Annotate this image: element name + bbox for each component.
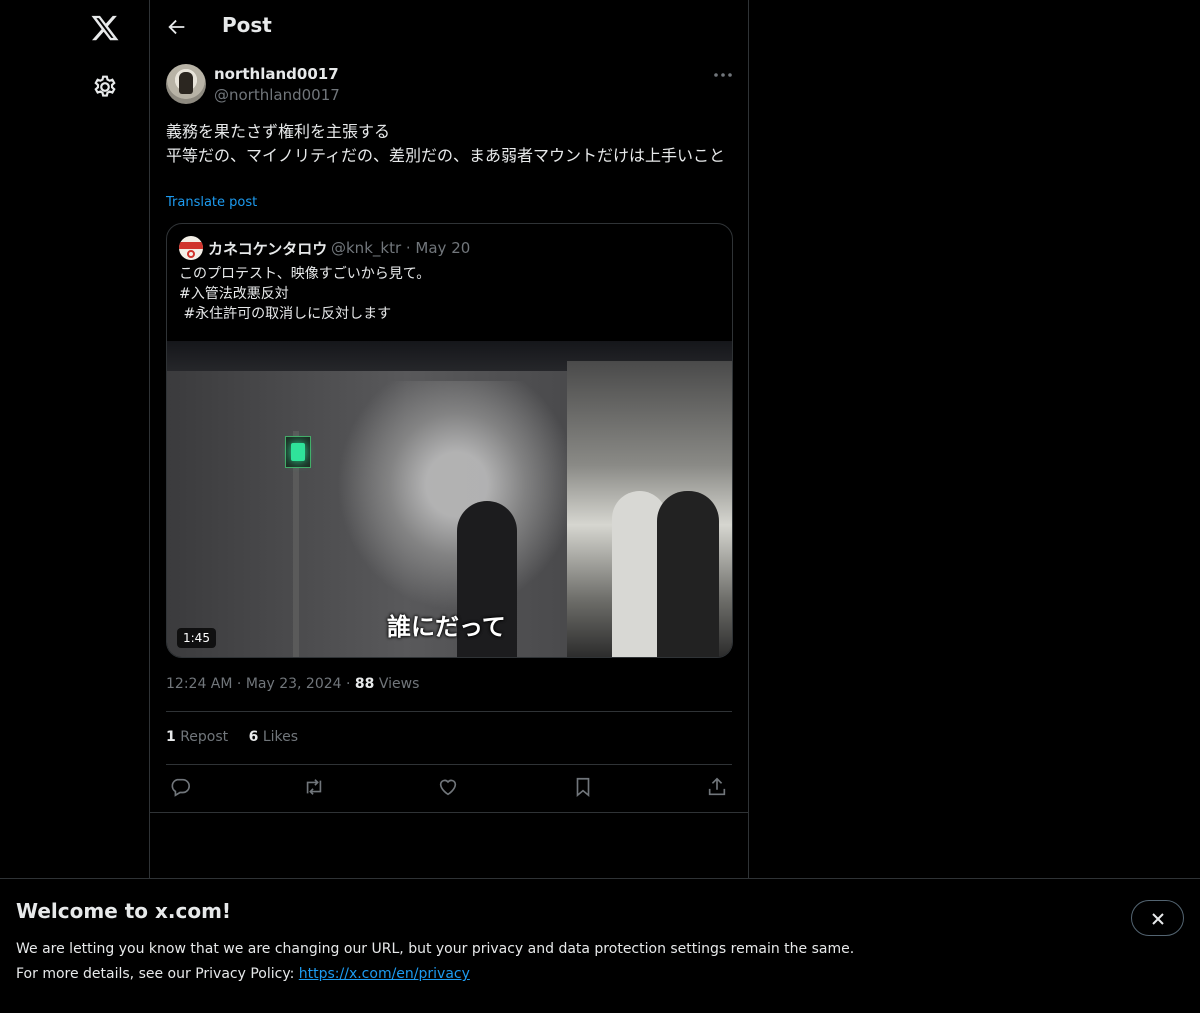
likes-stat[interactable]: 6 Likes: [249, 729, 298, 745]
quoted-post[interactable]: カネコケンタロウ @knk_ktr · May 20 このプロテスト、映像すごい…: [166, 223, 733, 658]
action-bar: [166, 776, 732, 800]
reposts-count: 1: [166, 729, 176, 745]
page-title: Post: [222, 13, 272, 37]
reposts-stat[interactable]: 1 Repost: [166, 729, 228, 745]
left-rail: [0, 0, 149, 1013]
divider: [166, 711, 732, 712]
likes-label: Likes: [262, 729, 299, 745]
close-icon: [1152, 913, 1164, 925]
likes-count: 6: [248, 729, 259, 745]
gear-icon[interactable]: [92, 74, 118, 100]
top-bar: Post: [150, 0, 748, 54]
banner-line-2: For more details, see our Privacy Policy…: [16, 962, 854, 987]
quoted-text: このプロテスト、映像すごいから見て。 #入管法改悪反対 #永住許可の取消しに反対…: [179, 266, 431, 322]
post-time[interactable]: 12:24 AM: [166, 676, 232, 692]
video-duration: 1:45: [177, 628, 216, 648]
post-text: 義務を果たさず権利を主張する 平等だの、マイノリティだの、差別だの、まあ弱者マウ…: [166, 122, 726, 165]
welcome-banner: Welcome to x.com! We are letting you kno…: [0, 878, 1200, 1013]
privacy-policy-link[interactable]: https://x.com/en/privacy: [299, 966, 470, 982]
banner-text: We are letting you know that we are chan…: [16, 937, 854, 987]
reply-icon[interactable]: [169, 776, 193, 800]
quoted-handle-date: @knk_ktr · May 20: [331, 239, 471, 257]
heart-icon[interactable]: [437, 776, 461, 800]
post-stats: 1 Repost 6 Likes: [166, 729, 298, 745]
quoted-avatar: [179, 236, 203, 260]
banner-line-2-prefix: For more details, see our Privacy Policy…: [16, 966, 299, 982]
views-count: 88: [354, 676, 375, 692]
author-handle[interactable]: @northland0017: [214, 86, 340, 104]
quoted-display-name: カネコケンタロウ: [208, 240, 328, 258]
divider: [150, 812, 748, 813]
post-date[interactable]: May 23, 2024: [246, 676, 342, 692]
more-icon[interactable]: [712, 66, 734, 84]
views-label: Views: [378, 676, 420, 692]
video-subtitle: 誰にだって: [387, 613, 506, 641]
video-player[interactable]: 誰にだって 1:45: [167, 341, 732, 657]
bookmark-icon[interactable]: [572, 776, 596, 800]
share-icon[interactable]: [706, 776, 730, 800]
post-meta: 12:24 AM · May 23, 2024 · 88 Views: [166, 676, 420, 692]
reposts-label: Repost: [180, 729, 229, 745]
x-logo-icon[interactable]: [90, 13, 120, 43]
banner-title: Welcome to x.com!: [16, 899, 232, 923]
author-display-name[interactable]: northland0017: [214, 65, 339, 83]
repost-icon[interactable]: [303, 776, 327, 800]
back-arrow-icon[interactable]: [166, 16, 188, 38]
banner-line-1: We are letting you know that we are chan…: [16, 941, 855, 957]
avatar[interactable]: [166, 64, 206, 104]
traffic-light: [285, 436, 311, 468]
close-button[interactable]: [1131, 900, 1184, 936]
divider: [166, 764, 732, 765]
post-column: Post northland0017 @northland0017 義務を果たさ…: [149, 0, 749, 1013]
translate-post-link[interactable]: Translate post: [166, 195, 257, 210]
